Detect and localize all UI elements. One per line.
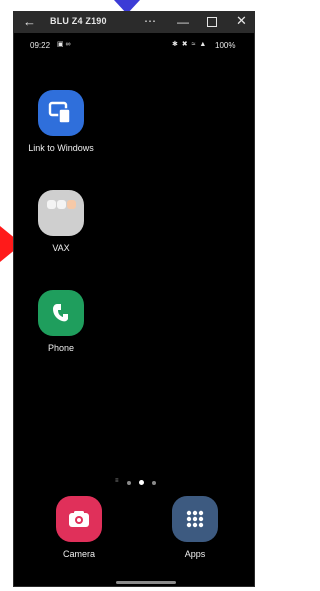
camera-icon: [56, 496, 102, 542]
app-camera[interactable]: Camera: [34, 496, 124, 559]
gesture-nav-handle[interactable]: [116, 581, 176, 584]
app-label: Apps: [184, 549, 206, 559]
folder-mini-app-icon: [57, 200, 66, 209]
battery-level: 100%: [215, 41, 236, 50]
folder-mini-app-icon: [47, 200, 56, 209]
status-time: 09:22: [30, 41, 51, 50]
app-drawer[interactable]: Apps: [150, 496, 240, 559]
page-dot[interactable]: [127, 481, 131, 485]
window-title: BLU Z4 Z190: [50, 16, 107, 26]
link-to-windows-icon: [38, 90, 84, 136]
maximize-icon[interactable]: [207, 17, 217, 27]
folder-mini-app-icon: [67, 200, 76, 209]
page-list-icon: ≡: [115, 478, 119, 484]
minimize-icon[interactable]: —: [177, 15, 189, 29]
phone-mirror-window: ← BLU Z4 Z190 ⋯ — ✕ 09:22 ▣ ∞ ✱ ✖ ≈ ▲ 10…: [14, 12, 254, 586]
page-dot-active[interactable]: [139, 480, 144, 485]
app-label: Link to Windows: [28, 143, 94, 153]
app-label: Camera: [62, 549, 95, 559]
back-arrow-icon[interactable]: ←: [23, 14, 36, 29]
folder-icon: [38, 190, 84, 236]
notification-icons: ▣ ∞: [57, 41, 71, 48]
window-titlebar: ← BLU Z4 Z190 ⋯ — ✕: [14, 12, 254, 33]
more-horizontal-icon[interactable]: ⋯: [144, 14, 156, 28]
folder-vax[interactable]: VAX: [16, 190, 106, 253]
status-bar: 09:22 ▣ ∞ ✱ ✖ ≈ ▲ 100%: [14, 37, 254, 53]
screenshot-stage: ← BLU Z4 Z190 ⋯ — ✕ 09:22 ▣ ∞ ✱ ✖ ≈ ▲ 10…: [0, 0, 260, 591]
app-phone[interactable]: Phone: [16, 290, 106, 353]
app-label: Phone: [47, 343, 75, 353]
phone-icon: [38, 290, 84, 336]
signal-icons: ✱ ✖ ≈ ▲: [172, 41, 208, 48]
page-dot[interactable]: [152, 481, 156, 485]
app-label: VAX: [52, 243, 70, 253]
apps-grid-icon: [172, 496, 218, 542]
close-icon[interactable]: ✕: [236, 13, 247, 29]
app-link-to-windows[interactable]: Link to Windows: [16, 90, 106, 153]
